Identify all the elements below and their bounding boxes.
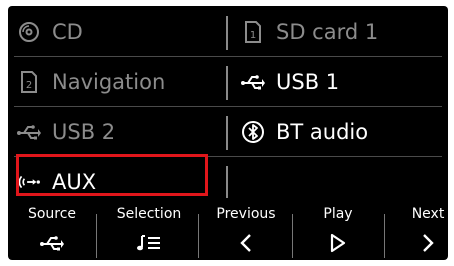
source-item-label: CD [52, 19, 83, 44]
divider [226, 166, 228, 198]
media-source-panel: CD 1 SD card 1 2 Navigation USB 1 USB 2 … [8, 6, 448, 260]
divider [198, 214, 199, 258]
svg-text:1: 1 [250, 30, 256, 41]
button-label: Source [27, 206, 77, 222]
screen: CD 1 SD card 1 2 Navigation USB 1 USB 2 … [0, 0, 454, 266]
chevron-right-icon [420, 230, 436, 256]
source-item-usb-1[interactable]: USB 1 [240, 58, 440, 106]
cd-icon [16, 19, 42, 45]
divider [384, 214, 385, 258]
source-item-sd-card-1[interactable]: 1 SD card 1 [240, 8, 440, 56]
selection-highlight [16, 154, 208, 196]
play-button[interactable]: Play [298, 204, 378, 260]
divider [226, 16, 228, 50]
source-item-navigation[interactable]: 2 Navigation [16, 58, 216, 106]
divider [96, 214, 97, 258]
selection-button[interactable]: Selection [104, 204, 194, 260]
source-item-label: USB 1 [276, 69, 340, 94]
usb-icon [39, 230, 65, 256]
divider [226, 116, 228, 150]
source-item-usb-2[interactable]: USB 2 [16, 108, 216, 156]
sd-card-icon: 1 [240, 19, 266, 45]
source-item-label: USB 2 [52, 119, 116, 144]
button-label: Next [411, 206, 445, 222]
source-item-empty [240, 158, 440, 206]
source-item-label: Navigation [52, 69, 166, 94]
divider [292, 214, 293, 258]
source-item-label: BT audio [276, 119, 369, 144]
divider [14, 106, 442, 107]
chevron-left-icon [238, 230, 254, 256]
button-label: Selection [116, 206, 182, 222]
button-label: Previous [216, 206, 276, 222]
source-button[interactable]: Source [14, 204, 90, 260]
source-row: 2 Navigation USB 1 [8, 58, 448, 106]
source-row: USB 2 BT audio [8, 108, 448, 156]
previous-button[interactable]: Previous [206, 204, 286, 260]
source-item-label: SD card 1 [276, 19, 379, 44]
softkey-bar: Source Selection Previous Play Next [8, 204, 448, 260]
usb-icon [240, 69, 266, 95]
next-button[interactable]: Next [392, 204, 448, 260]
play-icon [329, 230, 347, 256]
divider [14, 56, 442, 57]
divider [226, 66, 228, 100]
bluetooth-icon [240, 119, 266, 145]
navigation-card-icon: 2 [16, 69, 42, 95]
svg-text:2: 2 [26, 80, 32, 91]
source-row: CD 1 SD card 1 [8, 8, 448, 56]
source-item-bt-audio[interactable]: BT audio [240, 108, 440, 156]
button-label: Play [323, 206, 353, 222]
playlist-icon [136, 230, 162, 256]
source-item-cd[interactable]: CD [16, 8, 216, 56]
usb-icon [16, 119, 42, 145]
